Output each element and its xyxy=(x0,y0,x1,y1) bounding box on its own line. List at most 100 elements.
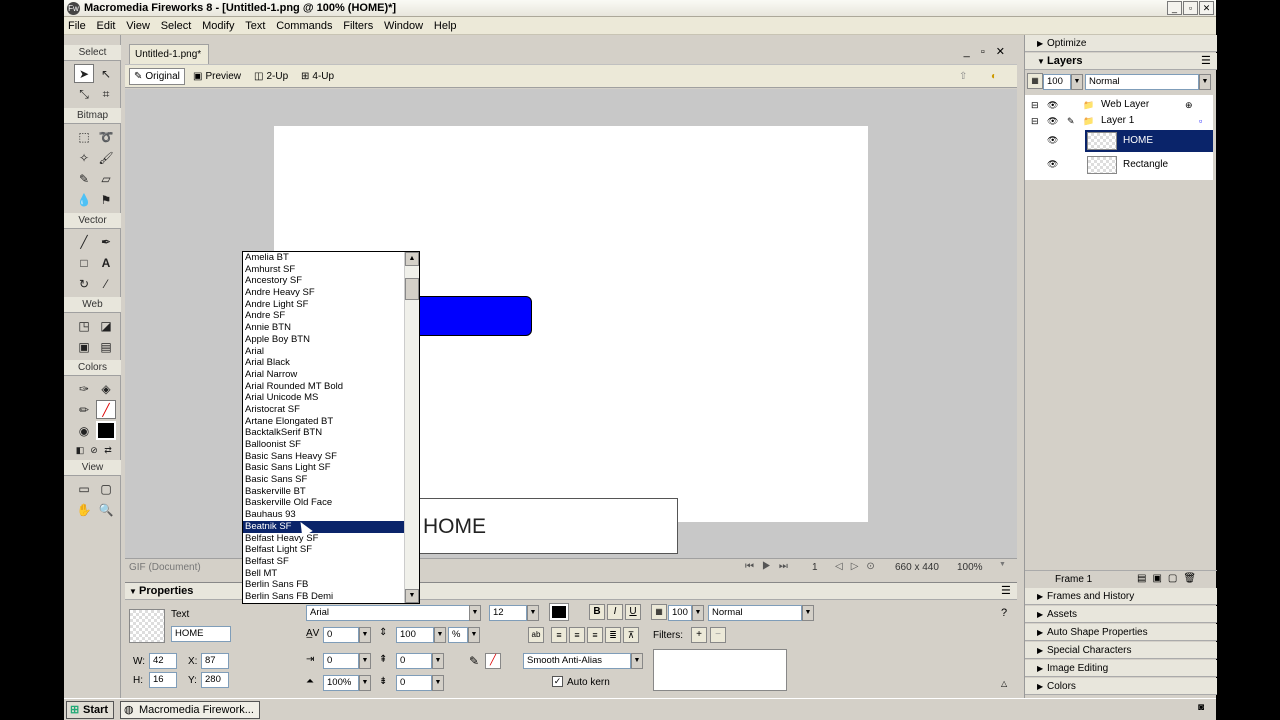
font-list-item[interactable]: Belfast SF xyxy=(243,556,405,568)
font-list-item[interactable]: Andre SF xyxy=(243,310,405,322)
menu-filters[interactable]: Filters xyxy=(339,17,377,35)
optimize-panel-header[interactable]: ▶ Optimize xyxy=(1025,35,1217,52)
stretch-icon[interactable]: ⊼ xyxy=(623,627,639,643)
font-list-item[interactable]: Basic Sans Light SF xyxy=(243,462,405,474)
font-list-item[interactable]: Bell MT xyxy=(243,568,405,580)
swap-colors-icon[interactable]: ⇄ xyxy=(102,444,114,456)
blend-mode-field[interactable]: Normal xyxy=(708,605,802,621)
start-button[interactable]: ⊞ Start xyxy=(66,701,114,719)
font-list-item[interactable]: Arial Narrow xyxy=(243,369,405,381)
no-stroke-icon[interactable]: ⊘ xyxy=(88,444,100,456)
help-icon[interactable]: ? xyxy=(1001,607,1007,619)
font-list-item[interactable]: Amhurst SF xyxy=(243,264,405,276)
auto-shape-properties-panel-header[interactable]: ▶ Auto Shape Properties xyxy=(1025,624,1217,641)
baseline-shift-field[interactable]: 0 xyxy=(396,675,432,691)
magic-wand-tool-icon[interactable]: ✧ xyxy=(74,148,94,167)
align-center-icon[interactable]: ≡ xyxy=(569,627,585,643)
font-list-item[interactable]: Arial Rounded MT Bold xyxy=(243,381,405,393)
antialias-field[interactable]: Smooth Anti-Alias xyxy=(523,653,631,669)
close-button[interactable]: ✕ xyxy=(1199,1,1214,15)
menu-edit[interactable]: Edit xyxy=(93,17,120,35)
align-right-icon[interactable]: ≡ xyxy=(587,627,603,643)
subselection-tool-icon[interactable]: ↖ xyxy=(96,64,116,83)
rectangle-tool-icon[interactable]: □ xyxy=(74,253,94,272)
underline-button[interactable]: U xyxy=(625,604,641,620)
fill-color-icon[interactable]: ◉ xyxy=(74,421,94,440)
image-editing-panel-header[interactable]: ▶ Image Editing xyxy=(1025,660,1217,677)
panel-options-icon[interactable]: ☰ xyxy=(1001,583,1011,600)
visibility-eye-icon[interactable]: 👁 xyxy=(1047,97,1058,113)
font-list-item[interactable]: Berlin Sans FB Demi xyxy=(243,591,405,603)
indent-dropdown-icon[interactable]: ▼ xyxy=(359,653,371,669)
justify-icon[interactable]: ≣ xyxy=(605,627,621,643)
font-list-item[interactable]: Amelia BT xyxy=(243,252,405,264)
font-list-item[interactable]: Artane Elongated BT xyxy=(243,416,405,428)
bold-button[interactable]: B xyxy=(589,604,605,620)
document-tab[interactable]: Untitled-1.png* xyxy=(129,44,209,64)
indent-field[interactable]: 0 xyxy=(323,653,359,669)
font-list-item[interactable]: Baskerville BT xyxy=(243,486,405,498)
document-window-controls[interactable]: _ ▫ ✕ xyxy=(964,45,1009,58)
colors-panel-header[interactable]: ▶ Colors xyxy=(1025,678,1217,695)
visibility-eye-icon[interactable]: 👁 xyxy=(1047,159,1058,170)
layers-blend-field[interactable]: Normal xyxy=(1085,74,1199,90)
lasso-tool-icon[interactable]: ➰ xyxy=(96,127,116,146)
text-color-swatch[interactable] xyxy=(549,603,569,621)
collapse-properties-icon[interactable]: △ xyxy=(1001,679,1007,688)
add-filter-button[interactable]: + xyxy=(691,627,707,643)
menu-modify[interactable]: Modify xyxy=(198,17,238,35)
paint-bucket-tool-icon[interactable]: ◈ xyxy=(96,379,116,398)
visibility-eye-icon[interactable]: 👁 xyxy=(1047,113,1058,129)
stroke-none-swatch[interactable]: ╱ xyxy=(485,653,501,669)
scroll-up-arrow-icon[interactable]: ▲ xyxy=(405,252,419,266)
font-list-item[interactable]: Arial xyxy=(243,346,405,358)
font-list-item[interactable]: BacktalkSerif BTN xyxy=(243,427,405,439)
restore-button[interactable]: ▫ xyxy=(1183,1,1198,15)
blur-tool-icon[interactable]: 💧 xyxy=(74,190,94,209)
layer-row-rectangle[interactable]: Rectangle xyxy=(1085,154,1213,176)
font-list-item[interactable]: Andre Light SF xyxy=(243,299,405,311)
font-list-item[interactable]: Annie BTN xyxy=(243,322,405,334)
font-list-item[interactable]: Berlin Sans FB xyxy=(243,579,405,591)
collapse-box-icon[interactable]: ⊟ xyxy=(1031,97,1039,113)
layers-panel-header[interactable]: ▼ Layers ☰ xyxy=(1025,53,1217,70)
blue-rectangle-button[interactable] xyxy=(404,296,532,336)
menu-text[interactable]: Text xyxy=(241,17,269,35)
layer-row-layer1[interactable]: ⊟ 👁 ✎ 📁 Layer 1 ▫ xyxy=(1025,113,1213,129)
autokern-checkbox[interactable]: ✓ xyxy=(552,676,563,687)
fill-none-icon[interactable]: ╱ xyxy=(96,400,116,419)
layer-row-home[interactable]: HOME xyxy=(1085,130,1213,152)
font-list-item[interactable]: Baskerville Old Face xyxy=(243,497,405,509)
layers-blend-dropdown-icon[interactable]: ▼ xyxy=(1199,74,1211,90)
blend-mode-dropdown-icon[interactable]: ▼ xyxy=(802,605,814,621)
horizontal-scale-dropdown-icon[interactable]: ▼ xyxy=(359,675,371,691)
space-before-field[interactable]: 0 xyxy=(396,653,432,669)
font-list-item[interactable]: Basic Sans Heavy SF xyxy=(243,451,405,463)
view-4up-button[interactable]: ⊞ 4-Up xyxy=(297,68,338,85)
line-tool-icon[interactable]: ╱ xyxy=(74,232,94,251)
font-list-item[interactable]: Basic Sans SF xyxy=(243,474,405,486)
freeform-tool-icon[interactable]: ↻ xyxy=(74,274,94,293)
antialias-dropdown-icon[interactable]: ▼ xyxy=(631,653,643,669)
align-left-icon[interactable]: ≡ xyxy=(551,627,567,643)
font-list-item[interactable]: Belfast Heavy SF xyxy=(243,533,405,545)
layers-opacity-field[interactable]: 100 xyxy=(1043,74,1071,90)
font-dropdown-list[interactable]: Amelia BT Amhurst SF Ancestory SF Andre Hea… xyxy=(242,251,420,604)
font-list-item[interactable]: Arial Black xyxy=(243,357,405,369)
pencil-tool-icon[interactable]: ✎ xyxy=(74,169,94,188)
edit-pencil-icon[interactable]: ✎ xyxy=(1067,113,1075,129)
default-colors-icon[interactable]: ◧ xyxy=(74,444,86,456)
layers-opacity-dropdown-icon[interactable]: ▼ xyxy=(1071,74,1083,90)
width-field[interactable]: 42 xyxy=(149,653,177,669)
layers-options-icon[interactable]: ☰ xyxy=(1201,53,1211,70)
hotspot-tool-icon[interactable]: ◳ xyxy=(74,316,94,335)
scroll-thumb[interactable] xyxy=(405,278,419,300)
baseline-shift-dropdown-icon[interactable]: ▼ xyxy=(432,675,444,691)
tray-icon[interactable]: ◙ xyxy=(1198,702,1204,713)
font-list-item[interactable]: Andre Heavy SF xyxy=(243,287,405,299)
leading-unit-dropdown-icon[interactable]: ▼ xyxy=(468,627,480,643)
height-field[interactable]: 16 xyxy=(149,672,177,688)
taskbar-fireworks-item[interactable]: ◍ Macromedia Firework... xyxy=(120,701,260,719)
collapse-box-icon[interactable]: ⊟ xyxy=(1031,113,1039,129)
scroll-down-arrow-icon[interactable]: ▼ xyxy=(405,589,419,603)
